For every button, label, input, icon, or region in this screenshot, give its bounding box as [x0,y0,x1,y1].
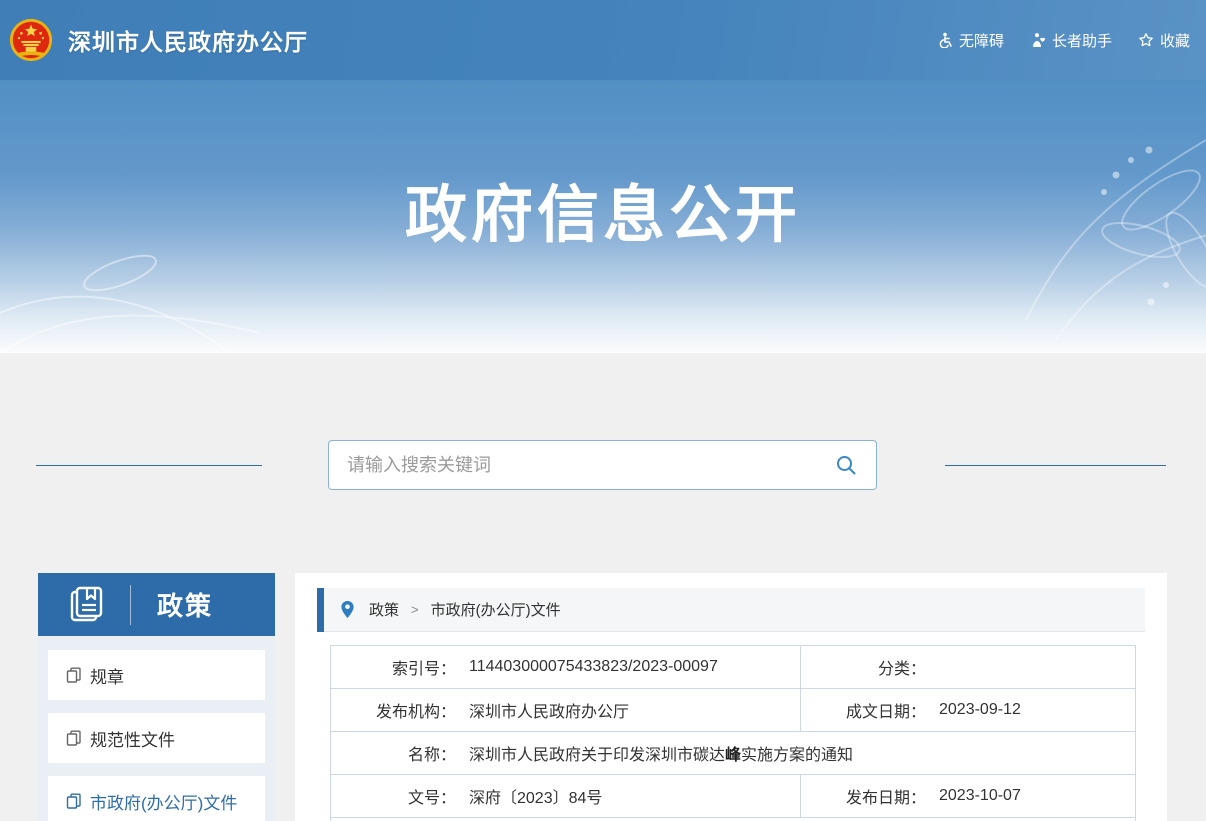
name-cell: 名称： 深圳市人民政府关于印发深圳市碳达峰实施方案的通知 [331,732,1136,775]
right-divider-line [945,465,1166,466]
empty-cell [331,818,1136,821]
sidebar-item-label: 规范性文件 [90,726,175,751]
publish-date-label: 发布日期： [801,784,926,808]
name-label: 名称： [331,741,456,765]
index-cell: 索引号： 114403000075433823/2023-00097 [331,646,801,689]
name-value: 深圳市人民政府关于印发深圳市碳达峰实施方案的通知 [469,741,853,765]
elder-assist-icon [1030,32,1046,48]
publish-date-cell: 发布日期： 2023-10-07 [801,775,1136,818]
search-input[interactable] [347,455,832,476]
highlighted-keyword: 峰 [725,747,741,764]
sidebar-title: 政策 [157,586,213,623]
search-icon [834,453,858,477]
sidebar-item-normative-documents[interactable]: 规范性文件 [48,713,265,763]
sidebar-header: 政策 [38,573,275,636]
favorite-link[interactable]: 收藏 [1138,30,1190,51]
sidebar-header-divider [130,585,131,625]
index-label: 索引号： [331,655,456,679]
document-panel: 政策 > 市政府(办公厅)文件 索引号： 114403000075433823/… [295,573,1167,821]
search-box [328,440,877,490]
table-row: 索引号： 114403000075433823/2023-00097 分类： [331,646,1136,689]
favorite-label: 收藏 [1160,30,1190,51]
page: 深圳市人民政府办公厅 无障碍 长者助手 [0,0,1206,821]
written-date-label: 成文日期： [801,698,926,722]
written-date-value: 2023-09-12 [939,701,1021,719]
index-value: 114403000075433823/2023-00097 [469,658,718,676]
left-divider-line [36,465,262,466]
elder-assist-link[interactable]: 长者助手 [1030,30,1112,51]
publisher-value: 深圳市人民政府办公厅 [469,698,629,722]
book-icon [66,584,108,626]
breadcrumb-accent-bar [317,588,324,632]
accessibility-link[interactable]: 无障碍 [937,30,1004,51]
banner: 政府信息公开 [0,80,1206,353]
national-emblem-icon [8,17,54,63]
accessibility-icon [937,32,953,48]
search-section [0,353,1206,490]
topbar: 深圳市人民政府办公厅 无障碍 长者助手 [0,0,1206,80]
publisher-cell: 发布机构： 深圳市人民政府办公厅 [331,689,801,732]
category-cell: 分类： [801,646,1136,689]
sidebar-item-label: 规章 [90,663,124,688]
category-label: 分类： [801,655,926,679]
search-button[interactable] [832,451,860,479]
table-row: 名称： 深圳市人民政府关于印发深圳市碳达峰实施方案的通知 [331,732,1136,775]
sidebar-item-label: 市政府(办公厅)文件 [90,789,237,814]
document-icon [66,730,82,746]
doc-number-label: 文号： [331,784,456,808]
topbar-links: 无障碍 长者助手 收藏 [937,30,1190,51]
publish-date-value: 2023-10-07 [939,787,1021,805]
star-icon [1138,32,1154,48]
document-info-table: 索引号： 114403000075433823/2023-00097 分类： [330,645,1136,821]
doc-number-value: 深府〔2023〕84号 [469,784,602,808]
doc-number-cell: 文号： 深府〔2023〕84号 [331,775,801,818]
document-icon [66,793,82,809]
site-brand[interactable]: 深圳市人民政府办公厅 [8,17,308,63]
page-title: 政府信息公开 [0,80,1206,254]
sidebar-list: 规章 规范性文件 [38,636,275,821]
sidebar: 政策 规章 [38,573,275,821]
publisher-label: 发布机构： [331,698,456,722]
accessibility-label: 无障碍 [959,30,1004,51]
location-pin-icon [340,600,355,619]
breadcrumb: 政策 > 市政府(办公厅)文件 [317,588,1145,632]
breadcrumb-link-policy[interactable]: 政策 [369,599,399,620]
table-row [331,818,1136,821]
written-date-cell: 成文日期： 2023-09-12 [801,689,1136,732]
main-content: 政策 规章 [0,573,1206,821]
sidebar-item-regulations[interactable]: 规章 [48,650,265,700]
table-row: 文号： 深府〔2023〕84号 发布日期： 2023-10-07 [331,775,1136,818]
breadcrumb-separator: > [411,602,419,617]
site-title: 深圳市人民政府办公厅 [68,23,308,57]
sidebar-item-municipal-gov-documents[interactable]: 市政府(办公厅)文件 [48,776,265,821]
breadcrumb-link-current[interactable]: 市政府(办公厅)文件 [431,599,561,620]
elder-assist-label: 长者助手 [1052,30,1112,51]
document-icon [66,667,82,683]
table-row: 发布机构： 深圳市人民政府办公厅 成文日期： 2023-09-12 [331,689,1136,732]
